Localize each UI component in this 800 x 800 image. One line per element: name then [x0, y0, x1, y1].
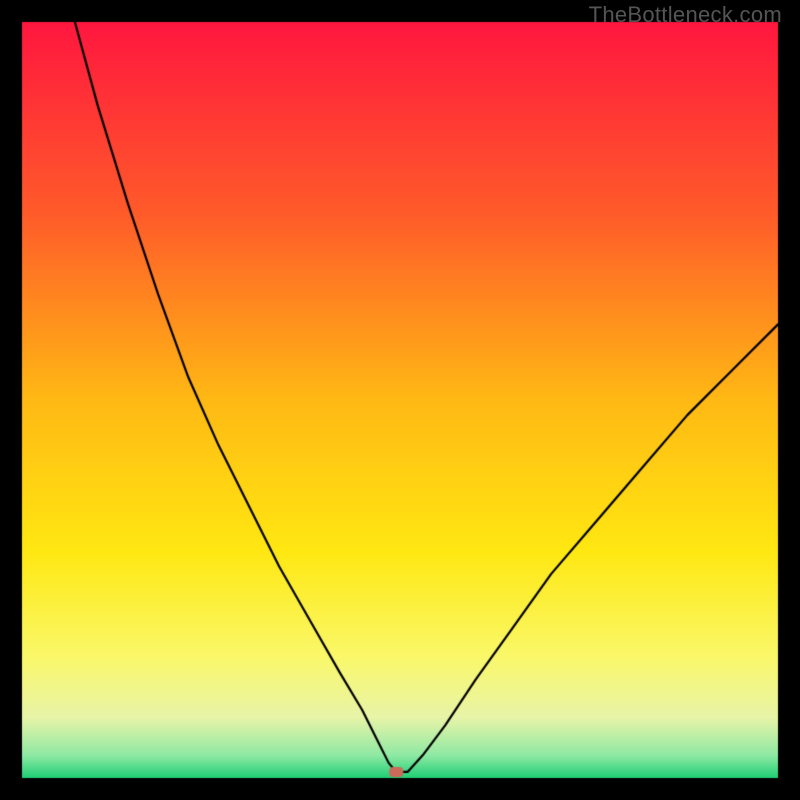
bottleneck-curve-chart [0, 0, 800, 800]
chart-container: TheBottleneck.com [0, 0, 800, 800]
